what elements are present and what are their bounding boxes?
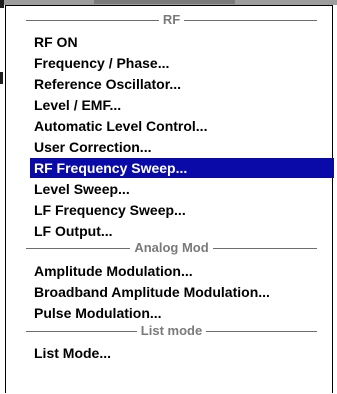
section-separator-list-mode: List mode xyxy=(26,324,317,338)
menu-item-frequency-phase[interactable]: Frequency / Phase... xyxy=(30,53,334,73)
menu-item-broadband-amplitude-modulation[interactable]: Broadband Amplitude Modulation... xyxy=(30,282,334,302)
window-left-stub xyxy=(0,72,3,84)
menu-item-level-sweep[interactable]: Level Sweep... xyxy=(30,179,334,199)
window-top-notch xyxy=(94,0,235,4)
menu-item-pulse-modulation[interactable]: Pulse Modulation... xyxy=(30,303,334,323)
menu-item-lf-frequency-sweep[interactable]: LF Frequency Sweep... xyxy=(30,200,334,220)
menu-item-reference-oscillator[interactable]: Reference Oscillator... xyxy=(30,74,334,94)
section-label: Analog Mod xyxy=(134,240,209,255)
section-label: List mode xyxy=(140,323,203,338)
section-label: RF xyxy=(162,12,181,27)
rf-context-menu: RF RF ON Frequency / Phase... Reference … xyxy=(5,5,334,393)
menu-item-list-mode[interactable]: List Mode... xyxy=(30,343,334,363)
menu-item-rf-frequency-sweep[interactable]: RF Frequency Sweep... xyxy=(30,158,334,178)
menu-item-lf-output[interactable]: LF Output... xyxy=(30,221,334,241)
section-separator-analog-mod: Analog Mod xyxy=(26,240,318,255)
menu-item-rf-on[interactable]: RF ON xyxy=(30,32,334,52)
menu-item-automatic-level-control[interactable]: Automatic Level Control... xyxy=(30,116,334,136)
section-separator-rf: RF xyxy=(26,13,317,27)
window-corner-stub xyxy=(0,0,4,8)
menu-item-user-correction[interactable]: User Correction... xyxy=(30,137,334,157)
menu-item-amplitude-modulation[interactable]: Amplitude Modulation... xyxy=(30,261,334,281)
menu-item-level-emf[interactable]: Level / EMF... xyxy=(30,95,334,115)
